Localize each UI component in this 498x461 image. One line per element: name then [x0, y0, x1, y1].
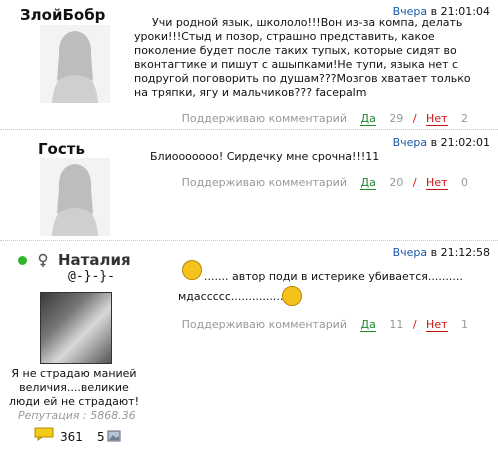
- vote-yes-count: 29: [389, 112, 404, 125]
- vote-no-count: 0: [461, 176, 468, 189]
- post-text: Блиооооооо! Сирдечку мне срочна!!!11: [150, 150, 380, 163]
- vote-yes-count: 20: [389, 176, 404, 189]
- vote-separator: /: [412, 176, 417, 189]
- post-time-rest: в 21:12:58: [430, 246, 490, 259]
- reputation-label: Репутация : 5868.36: [18, 409, 136, 422]
- online-status-icon: [18, 256, 27, 265]
- vote-no-count: 2: [461, 112, 468, 125]
- photos-count[interactable]: 5: [97, 430, 105, 444]
- user-avatar[interactable]: [40, 292, 112, 364]
- vote-bar: Поддерживаю комментарий Да 11 / Нет 1: [181, 318, 468, 332]
- vote-yes-button[interactable]: Да: [360, 176, 376, 190]
- vote-no-button[interactable]: Нет: [426, 176, 448, 190]
- post-timestamp: Вчера в 21:02:01: [393, 136, 490, 149]
- post-time-rest: в 21:02:01: [430, 136, 490, 149]
- female-gender-icon: [38, 253, 48, 267]
- post-divider: [0, 240, 498, 241]
- post-author-name[interactable]: Гость: [38, 140, 85, 158]
- post-time-day: Вчера: [392, 136, 428, 149]
- post-author-name[interactable]: ЗлойБобр: [20, 6, 105, 24]
- comments-count[interactable]: 361: [60, 430, 83, 444]
- support-label: Поддерживаю комментарий: [181, 318, 347, 331]
- post-text: Учи родной язык, школоло!!!Вон из-за ком…: [134, 16, 471, 99]
- vote-no-count: 1: [461, 318, 468, 331]
- post-timestamp: Вчера в 21:12:58: [393, 246, 490, 259]
- vote-separator: /: [412, 112, 417, 125]
- thumbs-up-smiley-icon: [182, 260, 202, 280]
- photo-icon: [107, 430, 121, 442]
- post-time-day: Вчера: [392, 246, 428, 259]
- post-text-line: ....... автор поди в истерике убивается.…: [204, 270, 463, 283]
- vote-yes-button[interactable]: Да: [360, 318, 376, 332]
- support-label: Поддерживаю комментарий: [181, 176, 347, 189]
- vote-bar: Поддерживаю комментарий Да 20 / Нет 0: [181, 176, 468, 190]
- post-divider: [0, 129, 498, 130]
- user-subtitle: @-}-}-: [68, 269, 115, 284]
- vote-separator: /: [412, 318, 417, 331]
- post-text-line: мдассссс...................: [178, 290, 298, 303]
- post-author-name[interactable]: Наталия: [58, 251, 131, 269]
- support-label: Поддерживаю комментарий: [181, 112, 347, 125]
- vote-yes-button[interactable]: Да: [360, 112, 376, 126]
- vote-no-button[interactable]: Нет: [426, 112, 448, 126]
- default-avatar: [40, 25, 110, 103]
- vote-no-button[interactable]: Нет: [426, 318, 448, 332]
- default-avatar: [40, 158, 110, 236]
- vote-yes-count: 11: [389, 318, 404, 331]
- vote-bar: Поддерживаю комментарий Да 29 / Нет 2: [181, 112, 468, 126]
- user-status-caption: Я не страдаю манией величия....великие л…: [8, 367, 139, 408]
- comments-icon: [34, 427, 54, 441]
- grin-smiley-icon: [282, 286, 302, 306]
